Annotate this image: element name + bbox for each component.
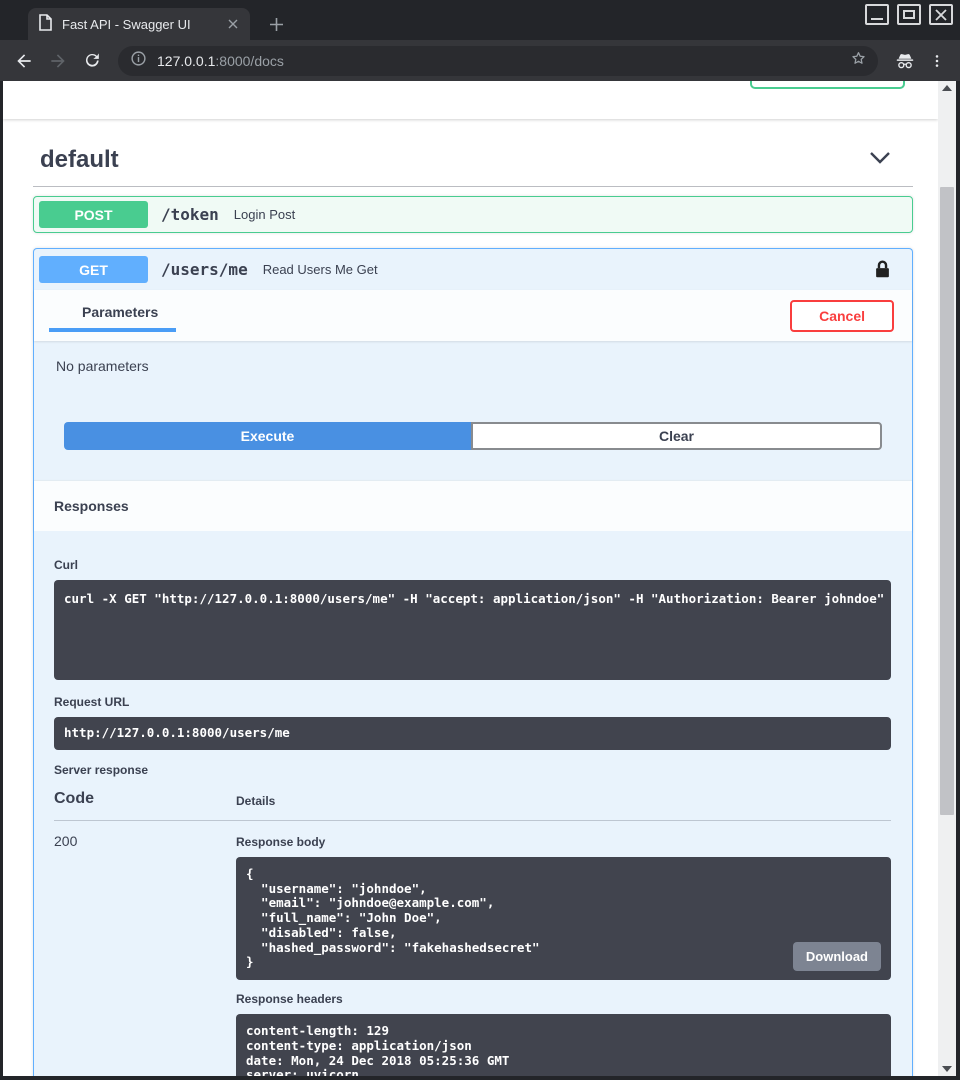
section-header[interactable]: default bbox=[3, 119, 938, 174]
method-badge-get: GET bbox=[39, 256, 148, 283]
response-body-wrap: { "username": "johndoe", "email": "johnd… bbox=[236, 857, 891, 980]
scroll-down-icon[interactable] bbox=[942, 1066, 952, 1072]
clear-button[interactable]: Clear bbox=[471, 422, 882, 450]
responses-header: Responses bbox=[34, 480, 912, 531]
scrollbar-thumb[interactable] bbox=[940, 187, 954, 815]
site-info-icon[interactable] bbox=[130, 50, 147, 72]
browser-tab[interactable]: Fast API - Swagger UI bbox=[28, 8, 250, 40]
method-badge-post: POST bbox=[39, 201, 148, 228]
bookmark-star-icon[interactable] bbox=[849, 49, 868, 73]
parameters-section: No parameters Execute Clear bbox=[34, 341, 912, 480]
opblock-summary[interactable]: POST /token Login Post bbox=[34, 197, 912, 232]
section-title: default bbox=[40, 146, 119, 174]
operation-summary: Login Post bbox=[234, 207, 295, 222]
section-divider bbox=[33, 186, 913, 187]
status-code: 200 bbox=[54, 833, 236, 1076]
request-url-value: http://127.0.0.1:8000/users/me bbox=[54, 717, 891, 750]
top-bar bbox=[3, 81, 938, 119]
details-column-header: Details bbox=[236, 794, 275, 808]
browser-window: Fast API - Swagger UI bbox=[0, 0, 960, 1080]
chevron-down-icon[interactable] bbox=[869, 151, 891, 170]
incognito-icon bbox=[892, 48, 918, 74]
operation-summary: Read Users Me Get bbox=[263, 262, 378, 277]
download-button[interactable]: Download bbox=[793, 942, 881, 971]
opblock-post-token: POST /token Login Post bbox=[33, 196, 913, 233]
browser-toolbar: 127.0.0.1:8000/docs bbox=[0, 40, 960, 81]
address-bar[interactable]: 127.0.0.1:8000/docs bbox=[118, 46, 878, 76]
url-path: :8000/docs bbox=[215, 53, 284, 69]
response-body-label: Response body bbox=[236, 835, 891, 849]
try-out-header: Parameters Cancel bbox=[34, 290, 912, 341]
page-favicon-icon bbox=[38, 14, 53, 34]
url-host: 127.0.0.1 bbox=[157, 53, 215, 69]
authorize-button[interactable] bbox=[750, 81, 905, 89]
maximize-icon[interactable] bbox=[897, 4, 921, 25]
close-window-icon[interactable] bbox=[929, 4, 953, 25]
response-headers-value: content-length: 129 content-type: applic… bbox=[236, 1014, 891, 1076]
cancel-button[interactable]: Cancel bbox=[790, 300, 894, 332]
swagger-content: default POST /token Login Post GET /user… bbox=[3, 81, 938, 1076]
server-response-label: Server response bbox=[54, 763, 891, 777]
reload-icon[interactable] bbox=[78, 47, 106, 75]
response-details: Response body { "username": "johndoe", "… bbox=[236, 833, 891, 1076]
code-column-header: Code bbox=[54, 790, 236, 808]
opblock-get-users-me: GET /users/me Read Users Me Get Paramete… bbox=[33, 248, 913, 1076]
minimize-icon[interactable] bbox=[865, 4, 889, 25]
back-icon[interactable] bbox=[10, 47, 38, 75]
forward-icon[interactable] bbox=[44, 47, 72, 75]
tab-close-icon[interactable] bbox=[224, 15, 242, 33]
swagger-page: default POST /token Login Post GET /user… bbox=[3, 81, 956, 1076]
request-url-label: Request URL bbox=[54, 695, 891, 709]
response-table-row: 200 Response body { "username": "johndoe… bbox=[54, 833, 891, 1076]
tab-strip: Fast API - Swagger UI bbox=[0, 0, 960, 40]
no-parameters-text: No parameters bbox=[56, 358, 892, 374]
scroll-up-icon[interactable] bbox=[942, 85, 952, 91]
menu-icon[interactable] bbox=[924, 48, 950, 74]
url-text[interactable]: 127.0.0.1:8000/docs bbox=[157, 53, 849, 69]
window-controls bbox=[865, 4, 953, 25]
responses-section: Curl curl -X GET "http://127.0.0.1:8000/… bbox=[34, 531, 912, 1076]
page-scrollbar[interactable] bbox=[938, 81, 956, 1076]
curl-label: Curl bbox=[54, 531, 891, 572]
response-table-header: Code Details bbox=[54, 790, 891, 821]
tab-parameters[interactable]: Parameters bbox=[49, 300, 176, 332]
execute-button[interactable]: Execute bbox=[64, 422, 471, 450]
response-headers-label: Response headers bbox=[236, 992, 891, 1006]
lock-icon[interactable] bbox=[874, 259, 891, 280]
operation-path: /users/me bbox=[161, 260, 248, 279]
responses-title: Responses bbox=[54, 498, 892, 514]
curl-command: curl -X GET "http://127.0.0.1:8000/users… bbox=[54, 580, 891, 680]
opblock-summary[interactable]: GET /users/me Read Users Me Get bbox=[34, 249, 912, 290]
tab-title: Fast API - Swagger UI bbox=[62, 17, 224, 32]
execute-row: Execute Clear bbox=[64, 422, 882, 450]
new-tab-icon[interactable] bbox=[264, 12, 288, 36]
operation-path: /token bbox=[161, 205, 219, 224]
